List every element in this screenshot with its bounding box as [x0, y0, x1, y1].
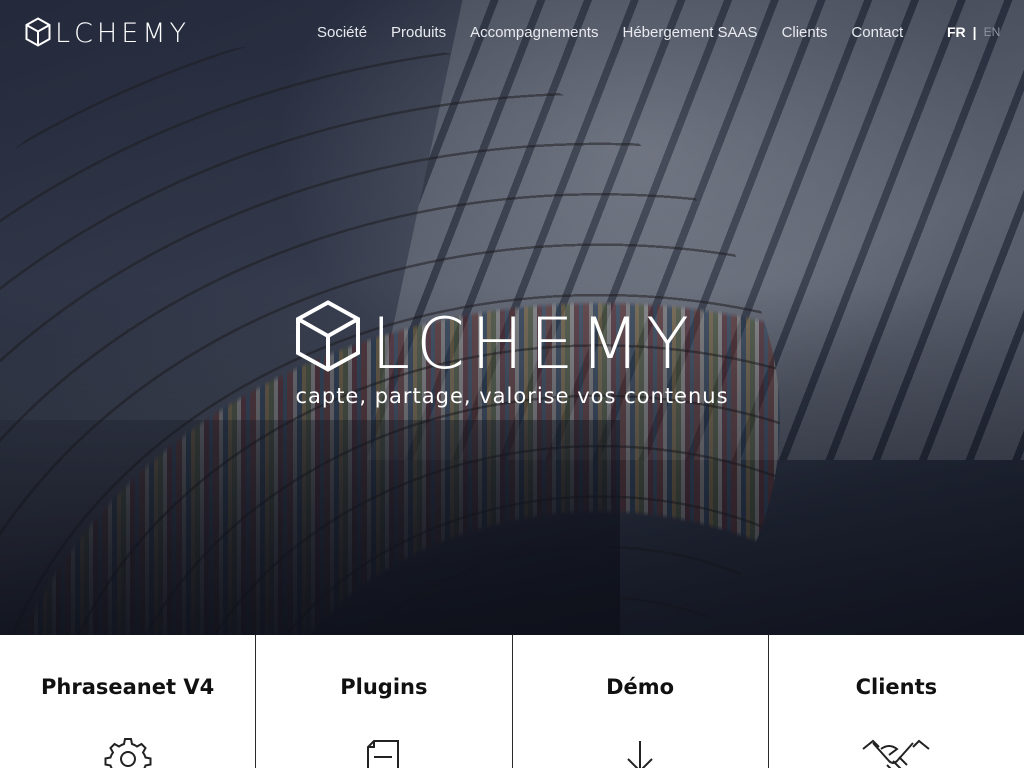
cube-logo-icon: [25, 17, 51, 51]
nav-item-hebergement-saas[interactable]: Hébergement SAAS: [622, 24, 757, 41]
nav-item-produits[interactable]: Produits: [391, 24, 446, 41]
lang-en-link[interactable]: EN: [984, 25, 1001, 39]
card-phraseanet[interactable]: Phraseanet V4: [0, 635, 255, 768]
card-title: Démo: [606, 675, 675, 699]
nav-logo-wordmark: LCHEMY: [55, 18, 191, 49]
nav-item-accompagnements[interactable]: Accompagnements: [470, 24, 598, 41]
hero-tagline: capte, partage, valorise vos contenus: [295, 384, 729, 408]
hero-cube-logo-icon: [295, 300, 361, 376]
top-navbar: LCHEMY Société Produits Accompagnements …: [0, 0, 1024, 64]
nav-item-contact[interactable]: Contact: [851, 24, 903, 41]
main-nav: Société Produits Accompagnements Héberge…: [317, 24, 903, 41]
card-title: Plugins: [340, 675, 428, 699]
lang-separator: |: [972, 24, 977, 40]
card-plugins[interactable]: Plugins: [255, 635, 511, 768]
hero-logo: LCHEMY: [295, 300, 695, 385]
nav-logo[interactable]: LCHEMY: [25, 17, 190, 51]
card-clients[interactable]: Clients: [767, 635, 1024, 768]
hero-wordmark: LCHEMY: [371, 303, 695, 385]
card-title: Clients: [855, 675, 938, 699]
card-title: Phraseanet V4: [41, 675, 215, 699]
lang-fr-link[interactable]: FR: [947, 24, 966, 40]
nav-item-societe[interactable]: Société: [317, 24, 367, 41]
card-demo[interactable]: Démo: [511, 635, 768, 768]
nav-item-clients[interactable]: Clients: [782, 24, 828, 41]
handshake-icon: [861, 735, 931, 768]
language-switcher: FR | EN: [947, 24, 1000, 40]
feature-cards: Phraseanet V4 Plugins Démo Clients: [0, 635, 1024, 768]
document-icon: [364, 735, 404, 768]
gear-icon: [104, 735, 152, 768]
download-arrow-icon: [620, 735, 660, 768]
